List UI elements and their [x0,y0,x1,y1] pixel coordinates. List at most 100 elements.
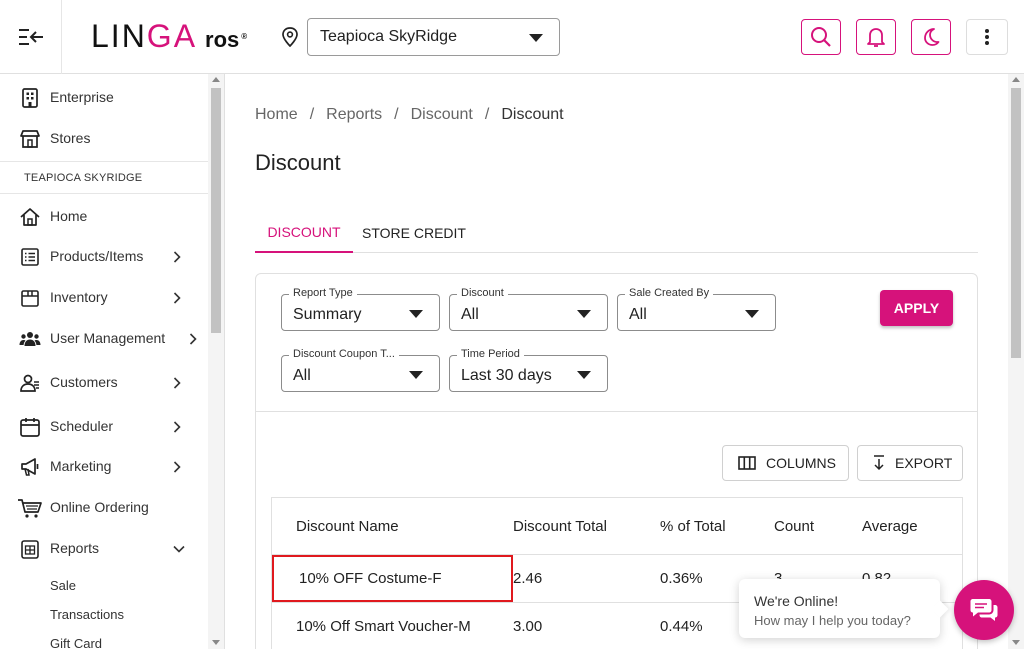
divider [256,411,977,412]
sidebar-item-marketing[interactable]: Marketing [0,448,208,484]
breadcrumb-current: Discount [501,106,564,123]
chevron-down-icon [173,545,185,553]
caret-down-icon [409,310,423,318]
main-scrollbar[interactable] [1008,74,1024,649]
sidebar-subitem-transactions[interactable]: Transactions [50,607,124,622]
chat-greeting-bubble[interactable]: We're Online! How may I help you today? [739,579,949,638]
shopping-cart-icon [18,499,42,518]
sale-created-by-select[interactable]: Sale Created By All [617,287,776,331]
collapse-menu-button[interactable] [0,0,62,74]
sidebar-item-enterprise[interactable]: Enterprise [0,79,208,115]
breadcrumb-separator: / [394,106,399,123]
calendar-icon [20,418,40,437]
scrollbar-thumb[interactable] [211,88,221,333]
breadcrumb-separator: / [484,106,490,123]
chevron-right-icon [173,377,181,389]
columns-button[interactable]: COLUMNS [722,445,849,481]
scroll-down-arrow-icon[interactable] [212,640,220,645]
column-header-average[interactable]: Average [862,518,918,535]
chevron-right-icon [173,251,181,263]
current-store-label: TEAPIOCA SKYRIDGE [0,161,208,194]
discount-select[interactable]: Discount All [449,287,608,331]
linga-ros-logo: LINGA ros ® [91,18,248,54]
caret-down-icon [745,310,759,318]
column-header-discount-total[interactable]: Discount Total [513,518,607,535]
report-type-select[interactable]: Report Type Summary [281,287,440,331]
column-header-count[interactable]: Count [774,518,814,535]
time-period-select[interactable]: Time Period Last 30 days [449,348,608,392]
breadcrumb-discount[interactable]: Discount [411,106,473,124]
customer-icon [20,374,39,392]
export-button[interactable]: EXPORT [857,445,963,481]
sidebar-item-inventory[interactable]: Inventory [0,279,208,315]
more-options-button[interactable] [966,19,1008,55]
chat-launcher-button[interactable] [954,580,1014,640]
scroll-down-arrow-icon[interactable] [1012,640,1020,645]
breadcrumb-home[interactable]: Home [255,106,298,124]
sidebar-item-online-ordering[interactable]: Online Ordering [0,489,208,525]
column-header-discount-name[interactable]: Discount Name [296,518,399,535]
scroll-up-arrow-icon[interactable] [1012,77,1020,82]
chevron-right-icon [189,333,197,345]
sidebar-item-label: Products/Items [50,248,144,264]
filter-value: All [629,306,647,323]
filter-label: Report Type [289,287,357,299]
cell-discount-name: 10% Off Smart Voucher-M [296,618,471,635]
sidebar-item-label: Stores [50,130,91,146]
sidebar-subitem-gift-card[interactable]: Gift Card [50,636,102,649]
cell-discount-name: 10% OFF Costume-F [299,570,442,587]
filter-value: All [461,306,479,323]
report-tabs: DISCOUNT STORE CREDIT [255,212,978,253]
chat-icon [970,599,998,621]
sidebar-scrollbar[interactable] [208,74,224,649]
building-icon [22,88,38,108]
kebab-icon [985,29,989,45]
cell-discount-total: 3.00 [513,618,543,635]
export-download-icon [874,455,884,471]
columns-icon [738,456,756,470]
notifications-button[interactable] [856,19,896,55]
discount-coupon-type-select[interactable]: Discount Coupon T... All [281,348,440,392]
search-button[interactable] [801,19,841,55]
sidebar: Enterprise Stores TEAPIOCA SKYRIDGE Home… [0,74,225,649]
dark-mode-button[interactable] [911,19,951,55]
sidebar-item-home[interactable]: Home [0,198,208,234]
sidebar-item-reports[interactable]: Reports [0,530,208,566]
megaphone-icon [21,458,39,476]
cell-percent-of-total: 0.36% [660,570,703,587]
top-header: LINGA ros ® Teapioca SkyRidge [0,0,1024,74]
sidebar-item-label: User Management [50,330,166,346]
breadcrumb-separator: / [309,106,315,123]
chevron-right-icon [173,292,181,304]
sidebar-subitem-sale[interactable]: Sale [50,578,76,593]
column-header-percent-of-total[interactable]: % of Total [660,518,726,535]
caret-down-icon [409,371,423,379]
caret-down-icon [577,371,591,379]
page-title: Discount [255,150,341,175]
chat-title: We're Online! [754,593,839,609]
location-pin-icon [282,27,298,47]
cell-discount-total: 2.46 [513,570,543,587]
sidebar-item-scheduler[interactable]: Scheduler [0,408,208,444]
breadcrumb-reports[interactable]: Reports [326,106,382,124]
sidebar-item-label: Enterprise [50,89,114,105]
tab-store-credit[interactable]: STORE CREDIT [353,212,475,253]
store-selector[interactable]: Teapioca SkyRidge [307,18,560,56]
store-icon [20,130,40,148]
scroll-up-arrow-icon[interactable] [212,77,220,82]
sidebar-item-user-management[interactable]: User Management [0,320,208,356]
filter-label: Discount [457,287,508,299]
sidebar-item-products-items[interactable]: Products/Items [0,238,208,274]
sidebar-item-customers[interactable]: Customers [0,364,208,400]
list-icon [21,248,39,266]
apply-button[interactable]: APPLY [880,290,953,326]
sidebar-item-label: Scheduler [50,418,114,434]
main-content: Home / Reports / Discount / Discount Dis… [226,74,1008,649]
moon-icon [924,28,940,46]
tab-discount[interactable]: DISCOUNT [255,212,353,253]
bell-icon [867,28,885,47]
inventory-box-icon [21,290,39,307]
scrollbar-thumb[interactable] [1011,88,1021,358]
sidebar-item-stores[interactable]: Stores [0,120,208,156]
filter-value: All [293,367,311,384]
